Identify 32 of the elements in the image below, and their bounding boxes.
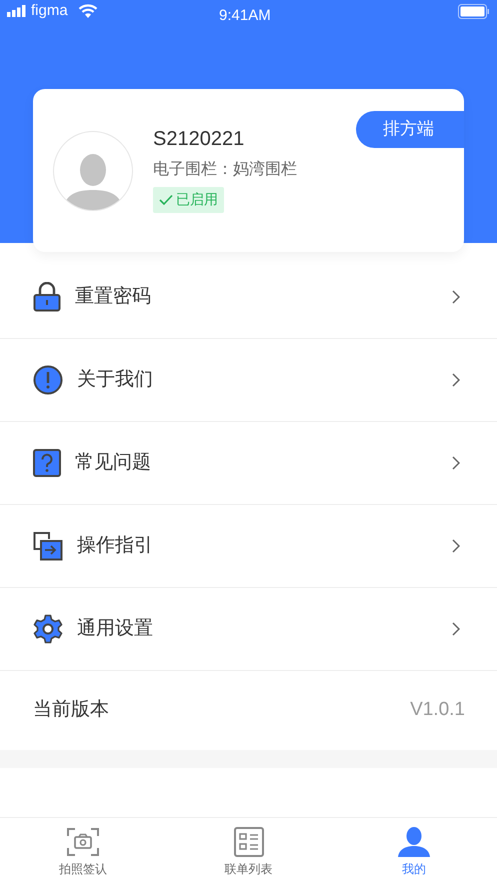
status-badge: 已启用 xyxy=(153,186,224,212)
person-icon xyxy=(398,827,430,857)
tab[interactable]: 联单列表 xyxy=(166,818,332,883)
switch-window-icon xyxy=(33,531,63,561)
list-document-icon xyxy=(234,827,264,857)
chevron-right-icon xyxy=(452,622,460,636)
battery-icon xyxy=(458,4,489,19)
menu-item[interactable]: 通用设置 xyxy=(0,588,497,671)
exclamation-icon xyxy=(33,365,63,395)
lock-icon xyxy=(33,282,61,312)
chevron-right-icon xyxy=(452,539,460,553)
menu-item[interactable]: 关于我们 xyxy=(0,339,497,422)
chevron-right-icon xyxy=(452,290,460,304)
signal-icon xyxy=(7,5,27,18)
settings-icon xyxy=(33,614,63,644)
carrier-name: figma xyxy=(31,1,68,21)
menu-item[interactable]: 常见问题 xyxy=(0,422,497,505)
user-id: S2120221 xyxy=(153,126,244,150)
chevron-right-icon xyxy=(452,456,460,470)
chevron-right-icon xyxy=(452,373,460,387)
tab[interactable]: 拍照签认 xyxy=(0,818,166,883)
camera-scan-icon xyxy=(66,827,99,857)
menu-item[interactable]: 操作指引 xyxy=(0,505,497,588)
status-time: 9:41AM xyxy=(219,6,271,26)
version-number: V1.0.1 xyxy=(410,698,465,722)
wifi-icon xyxy=(78,4,98,18)
role-button[interactable]: 排方端 xyxy=(356,110,464,148)
question-icon xyxy=(33,449,61,477)
menu-item[interactable]: 重置密码 xyxy=(0,256,497,339)
fence-label: 电子围栏：妈湾围栏 xyxy=(153,160,297,180)
version-label: 当前版本 xyxy=(33,698,109,722)
tab[interactable]: 我的 xyxy=(331,818,497,883)
